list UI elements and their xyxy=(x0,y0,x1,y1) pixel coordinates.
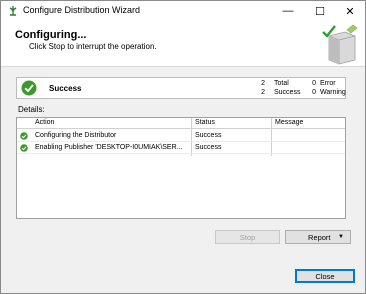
wizard-app-icon xyxy=(9,6,17,16)
close-button[interactable]: Close xyxy=(295,269,355,283)
row-action: Enabling Publisher 'DESKTOP-I0UMIAK\SER.… xyxy=(35,144,183,151)
maximize-button[interactable]: ☐ xyxy=(305,1,335,21)
success-label: Success xyxy=(274,89,301,96)
success-count: 2 xyxy=(261,89,265,96)
details-label: Details: xyxy=(18,105,45,114)
row-status: Success xyxy=(195,132,222,139)
success-check-icon xyxy=(21,80,37,96)
title-bar[interactable]: Configure Distribution Wizard — ☐ ✕ xyxy=(1,1,365,21)
error-count: 0 xyxy=(312,80,316,87)
table-row[interactable]: Enabling Publisher 'DESKTOP-I0UMIAK\SER.… xyxy=(17,142,345,154)
grid-header: Action Status Message xyxy=(17,118,345,129)
column-action[interactable]: Action xyxy=(35,119,54,126)
total-count: 2 xyxy=(261,80,265,87)
warning-count: 0 xyxy=(312,89,316,96)
details-grid[interactable]: Action Status Message Configuring the Di… xyxy=(16,117,346,219)
column-message[interactable]: Message xyxy=(275,119,303,126)
row-action: Configuring the Distributor xyxy=(35,132,117,139)
wizard-window: Configure Distribution Wizard — ☐ ✕ Conf… xyxy=(0,0,366,294)
close-window-button[interactable]: ✕ xyxy=(335,1,365,21)
wizard-header: Configuring... Click Stop to interrupt t… xyxy=(1,21,365,67)
report-button-label: Report xyxy=(308,232,331,242)
page-title: Configuring... xyxy=(15,29,87,41)
stop-button[interactable]: Stop xyxy=(215,230,280,244)
server-check-icon xyxy=(322,24,358,65)
window-title: Configure Distribution Wizard xyxy=(23,5,141,15)
table-row[interactable]: Configuring the Distributor Success xyxy=(17,130,345,142)
summary-status: Success xyxy=(49,84,82,93)
success-check-icon xyxy=(20,132,28,140)
row-status: Success xyxy=(195,144,222,151)
report-button[interactable]: Report ▼ xyxy=(285,230,351,244)
summary-panel: Success 2 Total 0 Error 2 Success 0 Warn… xyxy=(16,77,346,99)
error-label: Error xyxy=(320,80,336,87)
page-subtitle: Click Stop to interrupt the operation. xyxy=(29,42,157,51)
minimize-button[interactable]: — xyxy=(273,1,303,21)
total-label: Total xyxy=(274,80,289,87)
column-status[interactable]: Status xyxy=(195,119,215,126)
warning-label: Warning xyxy=(320,89,346,96)
dropdown-arrow-icon: ▼ xyxy=(338,234,344,240)
success-check-icon xyxy=(20,144,28,152)
